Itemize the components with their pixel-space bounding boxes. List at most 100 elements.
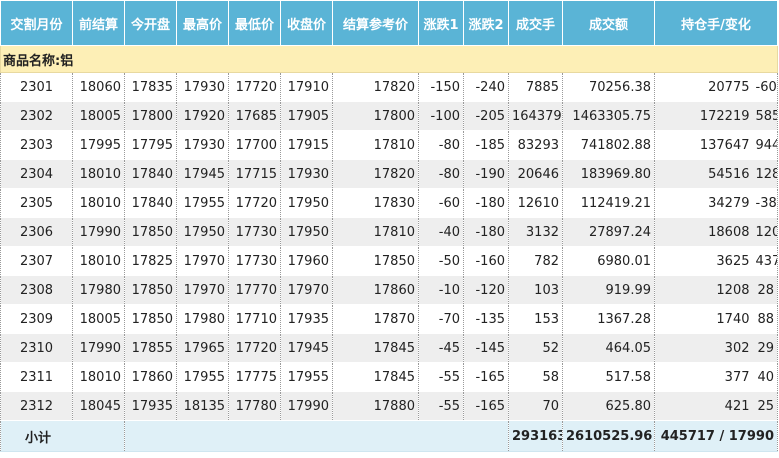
table-row[interactable]: 2311 18010 17860 17955 17775 17955 17845 -55 -16… bbox=[0, 362, 778, 392]
cell-change2: -165 bbox=[463, 391, 509, 421]
cell-change2: -180 bbox=[463, 217, 509, 247]
cell-change1: -70 bbox=[418, 304, 464, 334]
cell-open: 17850 bbox=[124, 275, 177, 305]
cell-close: 17935 bbox=[280, 304, 333, 334]
subtotal-label: 小计 bbox=[0, 420, 125, 452]
cell-open-interest: 1740 bbox=[654, 304, 753, 334]
futures-quote-table: 交割月份 前结算 今开盘 最高价 最低价 收盘价 结算参考价 涨跌1 涨跌2 成… bbox=[0, 0, 778, 452]
cell-close: 17950 bbox=[280, 217, 333, 247]
cell-settle-ref: 17870 bbox=[332, 304, 419, 334]
cell-amount: 1367.28 bbox=[562, 304, 655, 334]
table-row[interactable]: 2304 18010 17840 17945 17715 17930 17820 -80 -19… bbox=[0, 159, 778, 189]
cell-open: 17835 bbox=[124, 72, 177, 102]
col-header-open-interest[interactable]: 持仓手/变化 bbox=[654, 0, 778, 46]
cell-oi-change: 5850 bbox=[752, 101, 778, 131]
subtotal-volume: 293163 bbox=[508, 420, 563, 452]
col-header-month[interactable]: 交割月份 bbox=[0, 0, 73, 46]
cell-open-interest: 137647 bbox=[654, 130, 753, 160]
cell-amount: 517.58 bbox=[562, 362, 655, 392]
cell-low: 17775 bbox=[228, 362, 281, 392]
col-header-close[interactable]: 收盘价 bbox=[280, 0, 333, 46]
table-row[interactable]: 2301 18060 17835 17930 17720 17910 17820 -150 -2… bbox=[0, 72, 778, 102]
table-row[interactable]: 2309 18005 17850 17980 17710 17935 17870 -70 -13… bbox=[0, 304, 778, 334]
cell-open: 17825 bbox=[124, 246, 177, 276]
table-row[interactable]: 2308 17980 17850 17970 17770 17970 17860 -10 -12… bbox=[0, 275, 778, 305]
cell-volume: 3132 bbox=[508, 217, 563, 247]
cell-amount: 741802.88 bbox=[562, 130, 655, 160]
cell-volume: 52 bbox=[508, 333, 563, 363]
cell-change1: -10 bbox=[418, 275, 464, 305]
cell-oi-change: 437 bbox=[752, 246, 778, 276]
cell-amount: 464.05 bbox=[562, 333, 655, 363]
cell-low: 17720 bbox=[228, 72, 281, 102]
cell-prev-settle: 18045 bbox=[72, 391, 125, 421]
cell-open: 17795 bbox=[124, 130, 177, 160]
table-row[interactable]: 2302 18005 17800 17920 17685 17905 17800 -100 -2… bbox=[0, 101, 778, 131]
cell-open: 17840 bbox=[124, 188, 177, 218]
cell-low: 17730 bbox=[228, 246, 281, 276]
cell-month: 2309 bbox=[0, 304, 73, 334]
table-row[interactable]: 2310 17990 17855 17965 17720 17945 17845 -45 -14… bbox=[0, 333, 778, 363]
cell-low: 17720 bbox=[228, 333, 281, 363]
col-header-settle-ref[interactable]: 结算参考价 bbox=[332, 0, 419, 46]
cell-oi-change: 28 bbox=[752, 275, 778, 305]
cell-low: 17780 bbox=[228, 391, 281, 421]
col-header-change1[interactable]: 涨跌1 bbox=[418, 0, 464, 46]
table-row[interactable]: 2312 18045 17935 18135 17780 17990 17880 -55 -16… bbox=[0, 391, 778, 421]
subtotal-amount: 2610525.96 bbox=[562, 420, 655, 452]
col-header-volume[interactable]: 成交手 bbox=[508, 0, 563, 46]
cell-change1: -80 bbox=[418, 159, 464, 189]
cell-open: 17935 bbox=[124, 391, 177, 421]
table-row[interactable]: 2306 17990 17850 17950 17730 17950 17810 -40 -18… bbox=[0, 217, 778, 247]
cell-change1: -100 bbox=[418, 101, 464, 131]
cell-month: 2310 bbox=[0, 333, 73, 363]
cell-high: 17930 bbox=[176, 130, 229, 160]
cell-settle-ref: 17845 bbox=[332, 333, 419, 363]
cell-month: 2305 bbox=[0, 188, 73, 218]
cell-month: 2304 bbox=[0, 159, 73, 189]
cell-close: 17990 bbox=[280, 391, 333, 421]
cell-settle-ref: 17880 bbox=[332, 391, 419, 421]
col-header-change2[interactable]: 涨跌2 bbox=[463, 0, 509, 46]
cell-low: 17715 bbox=[228, 159, 281, 189]
cell-close: 17915 bbox=[280, 130, 333, 160]
col-header-high[interactable]: 最高价 bbox=[176, 0, 229, 46]
table-row[interactable]: 2305 18010 17840 17955 17720 17950 17830 -60 -18… bbox=[0, 188, 778, 218]
cell-open-interest: 302 bbox=[654, 333, 753, 363]
cell-change2: -145 bbox=[463, 333, 509, 363]
cell-high: 17955 bbox=[176, 188, 229, 218]
cell-volume: 20646 bbox=[508, 159, 563, 189]
cell-change1: -80 bbox=[418, 130, 464, 160]
cell-open-interest: 34279 bbox=[654, 188, 753, 218]
cell-volume: 58 bbox=[508, 362, 563, 392]
cell-settle-ref: 17820 bbox=[332, 159, 419, 189]
cell-change1: -60 bbox=[418, 188, 464, 218]
table-row[interactable]: 2307 18010 17825 17970 17730 17960 17850 -50 -16… bbox=[0, 246, 778, 276]
col-header-amount[interactable]: 成交额 bbox=[562, 0, 655, 46]
cell-volume: 782 bbox=[508, 246, 563, 276]
cell-settle-ref: 17830 bbox=[332, 188, 419, 218]
cell-prev-settle: 17990 bbox=[72, 333, 125, 363]
table-row[interactable]: 2303 17995 17795 17930 17700 17915 17810 -80 -18… bbox=[0, 130, 778, 160]
col-header-low[interactable]: 最低价 bbox=[228, 0, 281, 46]
cell-oi-change: -381 bbox=[752, 188, 778, 218]
cell-change2: -185 bbox=[463, 130, 509, 160]
header-row: 交割月份 前结算 今开盘 最高价 最低价 收盘价 结算参考价 涨跌1 涨跌2 成… bbox=[0, 0, 778, 46]
cell-amount: 27897.24 bbox=[562, 217, 655, 247]
cell-low: 17720 bbox=[228, 188, 281, 218]
col-header-open[interactable]: 今开盘 bbox=[124, 0, 177, 46]
cell-volume: 12610 bbox=[508, 188, 563, 218]
cell-open: 17855 bbox=[124, 333, 177, 363]
cell-high: 17930 bbox=[176, 72, 229, 102]
cell-settle-ref: 17820 bbox=[332, 72, 419, 102]
cell-prev-settle: 18010 bbox=[72, 362, 125, 392]
cell-settle-ref: 17810 bbox=[332, 130, 419, 160]
cell-high: 17955 bbox=[176, 362, 229, 392]
col-header-prev-settle[interactable]: 前结算 bbox=[72, 0, 125, 46]
cell-change1: -45 bbox=[418, 333, 464, 363]
cell-month: 2308 bbox=[0, 275, 73, 305]
cell-close: 17945 bbox=[280, 333, 333, 363]
cell-amount: 112419.21 bbox=[562, 188, 655, 218]
cell-open: 17840 bbox=[124, 159, 177, 189]
cell-change2: -180 bbox=[463, 188, 509, 218]
